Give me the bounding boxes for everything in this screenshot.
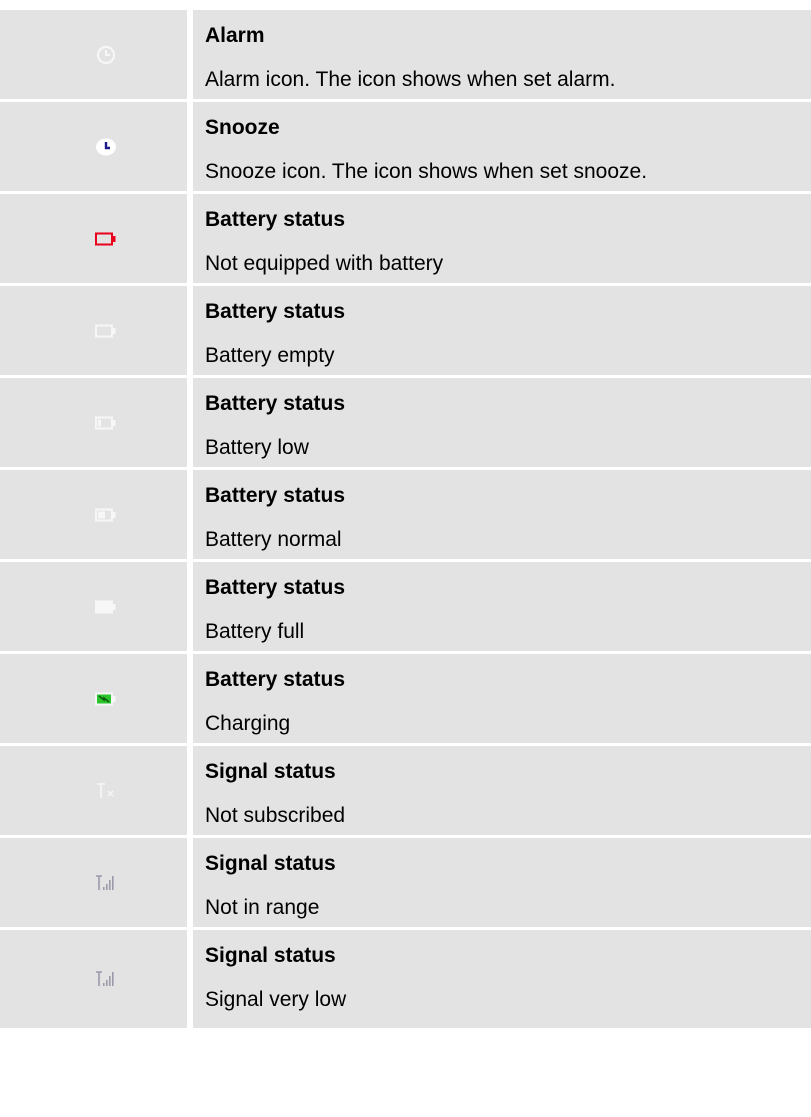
row-title: Signal status (205, 944, 336, 967)
battery-empty-icon (94, 324, 117, 338)
table-row: Battery status Battery normal (0, 470, 811, 562)
alarm-clock-icon (96, 45, 116, 65)
icon-legend-table: Alarm Alarm icon. The icon shows when se… (0, 8, 811, 1028)
row-title: Battery status (205, 668, 346, 691)
battery-red-outline-icon (94, 232, 117, 246)
row-title: Signal status (205, 852, 336, 875)
row-description: Battery low (205, 436, 309, 459)
row-title: Battery status (205, 392, 346, 415)
description-cell: Snooze Snooze icon. The icon shows when … (193, 102, 811, 191)
signal-bars-icon (95, 969, 117, 989)
row-description: Not in range (205, 896, 320, 919)
row-description: Alarm icon. The icon shows when set alar… (205, 68, 616, 91)
row-description: Signal very low (205, 988, 347, 1011)
row-description: Snooze icon. The icon shows when set sno… (205, 160, 648, 183)
description-cell: Battery status Battery low (193, 378, 811, 467)
icon-cell (0, 930, 187, 1028)
description-cell: Battery status Battery full (193, 562, 811, 651)
snooze-clock-icon (95, 137, 117, 157)
row-title: Alarm (205, 24, 265, 47)
description-cell: Signal status Signal very low (193, 930, 811, 1028)
battery-full-icon (94, 600, 117, 614)
row-title: Battery status (205, 576, 346, 599)
table-row: Signal status Not subscribed (0, 746, 811, 838)
icon-cell (0, 102, 187, 191)
table-row: Battery status Not equipped with battery (0, 194, 811, 286)
table-row: Snooze Snooze icon. The icon shows when … (0, 102, 811, 194)
icon-cell (0, 838, 187, 927)
description-cell: Battery status Battery normal (193, 470, 811, 559)
row-title: Snooze (205, 116, 280, 139)
icon-cell (0, 194, 187, 283)
description-cell: Signal status Not in range (193, 838, 811, 927)
description-cell: Alarm Alarm icon. The icon shows when se… (193, 10, 811, 99)
battery-normal-icon (94, 508, 117, 522)
table-row: Signal status Signal very low (0, 930, 811, 1028)
icon-cell (0, 746, 187, 835)
row-title: Battery status (205, 300, 346, 323)
icon-cell (0, 470, 187, 559)
row-description: Battery empty (205, 344, 335, 367)
antenna-x-icon (95, 781, 117, 801)
battery-charging-icon (94, 692, 117, 706)
description-cell: Battery status Battery empty (193, 286, 811, 375)
row-description: Battery normal (205, 528, 342, 551)
description-cell: Battery status Not equipped with battery (193, 194, 811, 283)
icon-cell (0, 562, 187, 651)
row-description: Charging (205, 712, 291, 735)
description-cell: Battery status Charging (193, 654, 811, 743)
row-description: Battery full (205, 620, 305, 643)
row-description: Not equipped with battery (205, 252, 444, 275)
row-title: Signal status (205, 760, 336, 783)
row-description: Not subscribed (205, 804, 346, 827)
icon-cell (0, 10, 187, 99)
icon-cell (0, 654, 187, 743)
description-cell: Signal status Not subscribed (193, 746, 811, 835)
icon-cell (0, 286, 187, 375)
table-row: Signal status Not in range (0, 838, 811, 930)
battery-low-icon (94, 416, 117, 430)
table-row: Battery status Battery empty (0, 286, 811, 378)
table-row: Battery status Charging (0, 654, 811, 746)
table-row: Alarm Alarm icon. The icon shows when se… (0, 10, 811, 102)
row-title: Battery status (205, 208, 346, 231)
table-row: Battery status Battery full (0, 562, 811, 654)
icon-cell (0, 378, 187, 467)
table-row: Battery status Battery low (0, 378, 811, 470)
row-title: Battery status (205, 484, 346, 507)
signal-bars-icon (95, 873, 117, 893)
